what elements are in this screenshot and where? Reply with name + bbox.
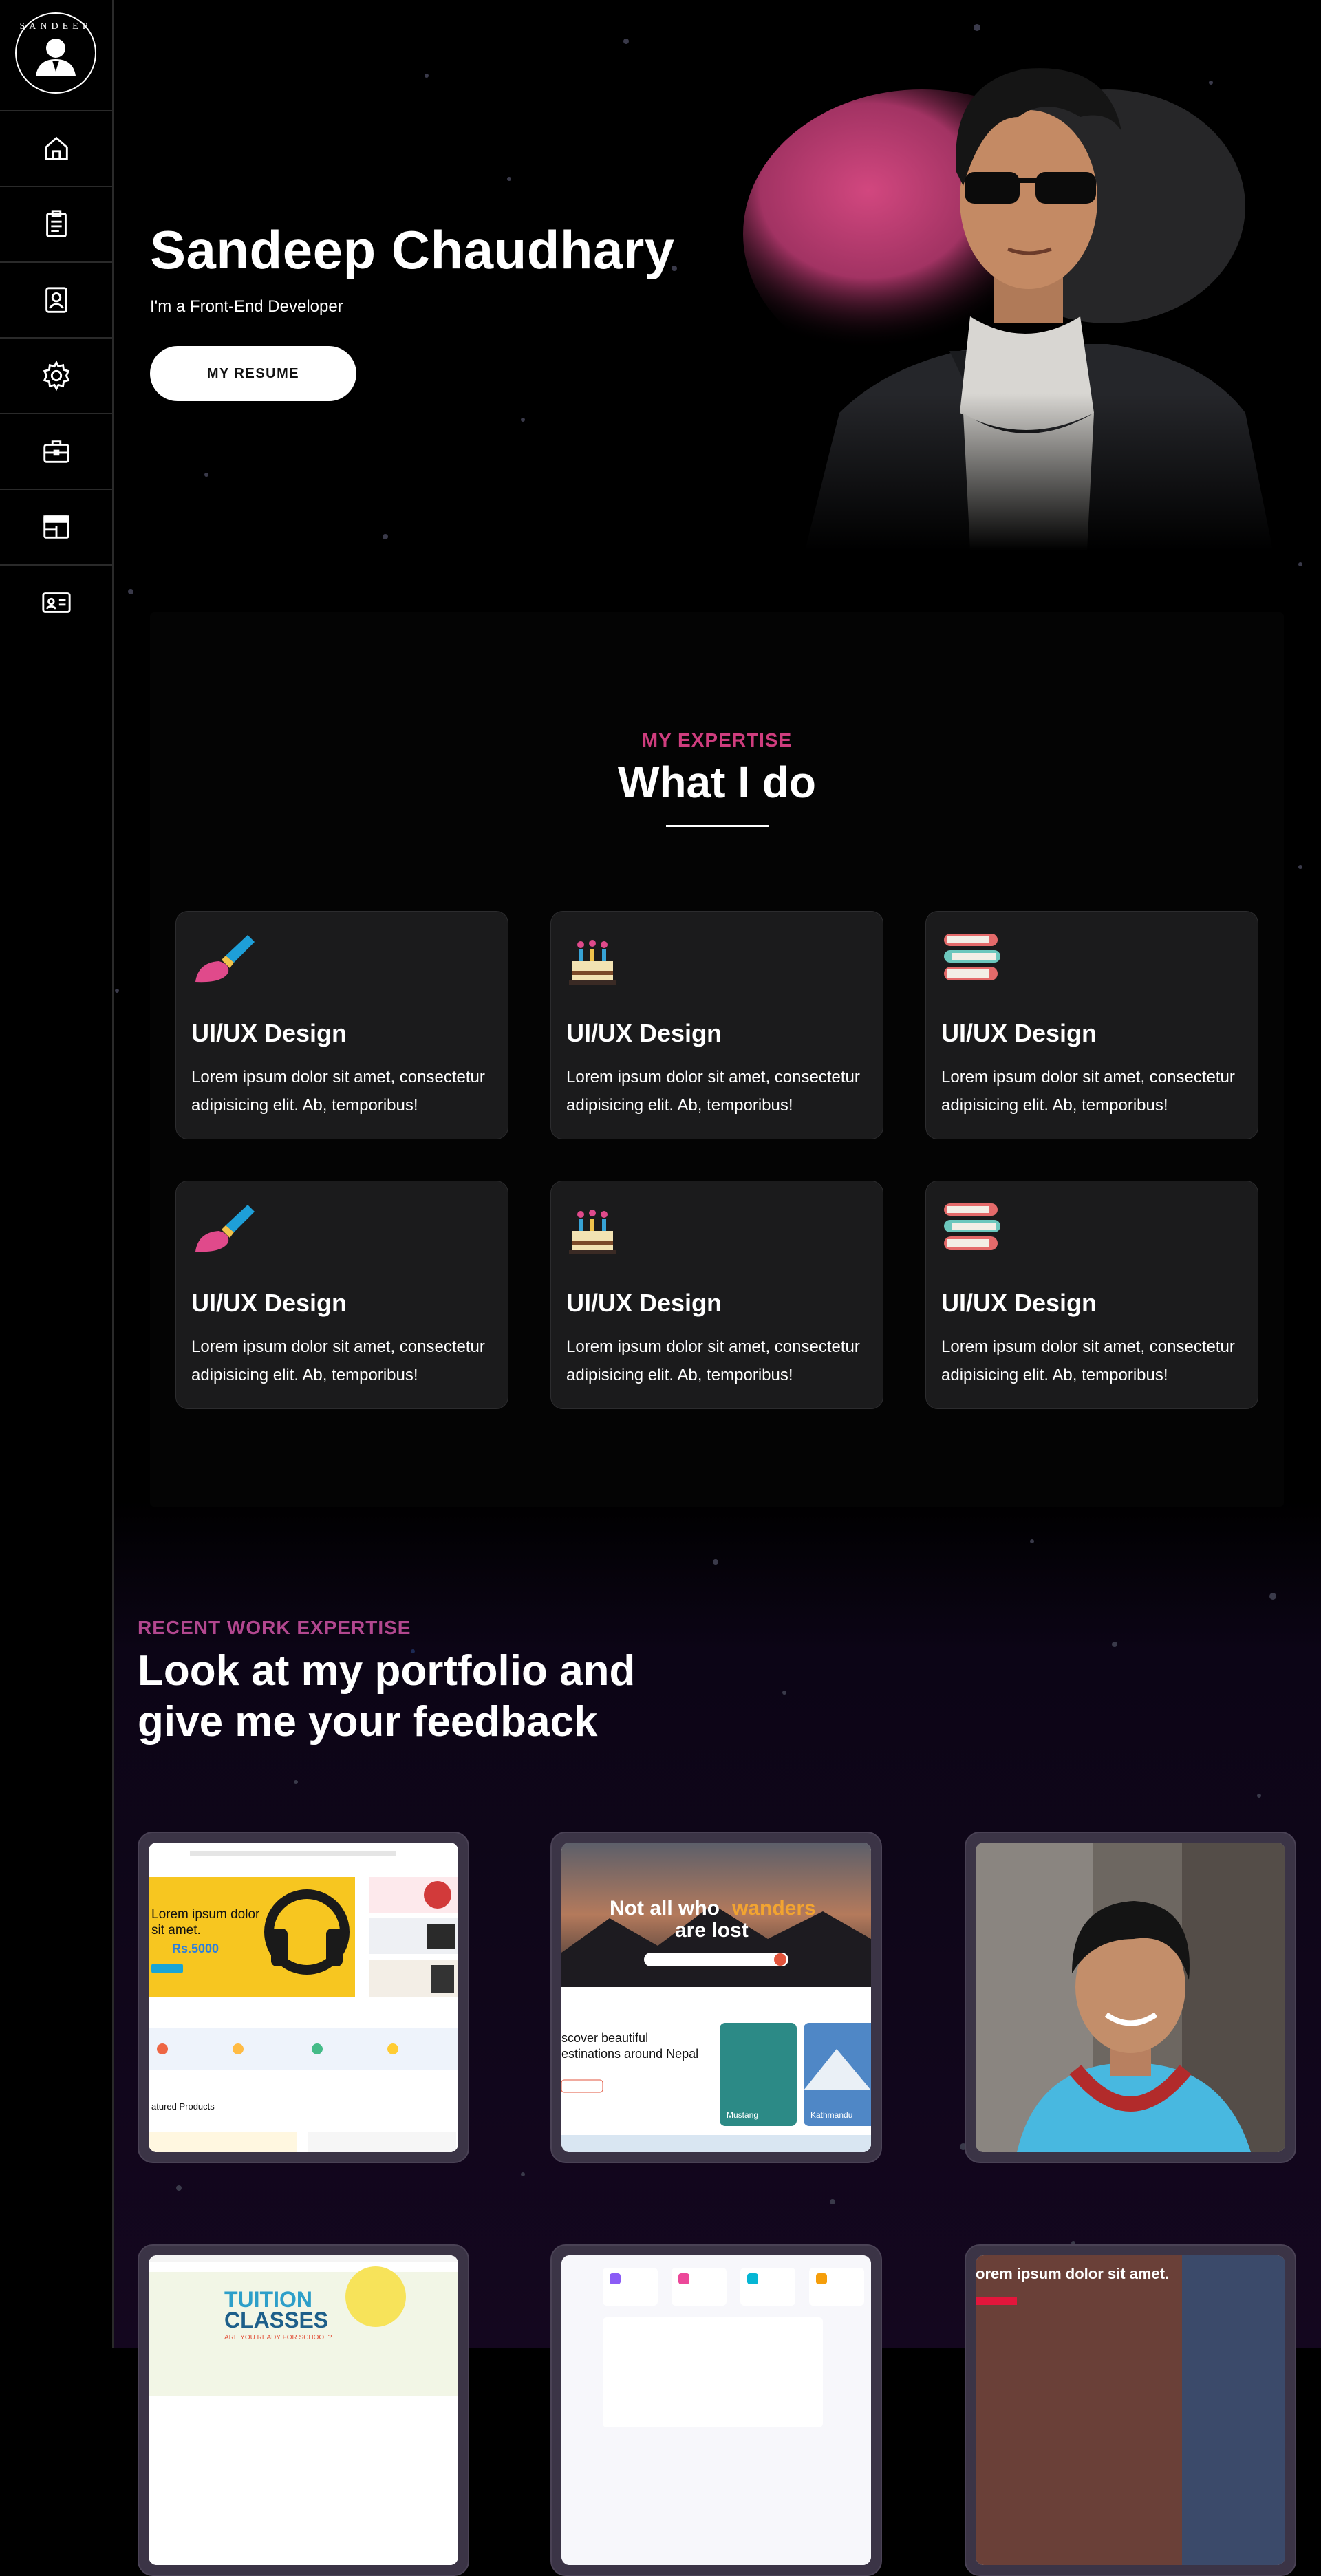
hero-role: I'm a Front-End Developer (150, 297, 343, 316)
service-card-title: UI/UX Design (941, 1019, 1097, 1047)
portfolio-item-blog[interactable]: orem ipsum dolor sit amet. (965, 2244, 1296, 2576)
service-card-title: UI/UX Design (566, 1289, 722, 1317)
service-card: UI/UX Design Lorem ipsum dolor sit amet,… (550, 911, 883, 1139)
layout-icon (43, 515, 69, 539)
sidebar-nav: SANDEEP (0, 0, 114, 2348)
nav-resume[interactable] (0, 186, 112, 261)
service-card-title: UI/UX Design (191, 1289, 347, 1317)
service-card: UI/UX Design Lorem ipsum dolor sit amet,… (550, 1181, 883, 1409)
svg-text:Kathmandu: Kathmandu (810, 2110, 852, 2120)
service-card-text: Lorem ipsum dolor sit amet, consectetur … (941, 1338, 1235, 1384)
service-card-text: Lorem ipsum dolor sit amet, consectetur … (191, 1068, 485, 1115)
service-card-title: UI/UX Design (566, 1019, 722, 1047)
nav-experience[interactable] (0, 413, 112, 489)
paintbrush-icon (195, 1205, 255, 1252)
expertise-section: MY EXPERTISE What I do UI/UX Design Lore… (150, 612, 1284, 1507)
service-card-text: Lorem ipsum dolor sit amet, consectetur … (941, 1068, 1235, 1115)
svg-text:scover beautiful: scover beautiful (561, 2031, 648, 2045)
nav-contact[interactable] (0, 564, 112, 640)
svg-text:CLASSES: CLASSES (224, 2308, 328, 2332)
service-card-text: Lorem ipsum dolor sit amet, consectetur … (566, 1068, 860, 1115)
nav-about[interactable] (0, 261, 112, 337)
service-card-title: UI/UX Design (191, 1019, 347, 1047)
blog-site-preview: orem ipsum dolor sit amet. (976, 2255, 1285, 2565)
service-card-text: Lorem ipsum dolor sit amet, consectetur … (566, 1338, 860, 1384)
svg-text:are lost: are lost (675, 1919, 749, 1942)
dashboard-site-preview (561, 2255, 871, 2565)
expertise-title: What I do (618, 758, 816, 807)
svg-text:estinations around Nepal: estinations around Nepal (561, 2047, 698, 2061)
portrait-photo-preview (976, 1843, 1285, 2152)
svg-text:SANDEEP: SANDEEP (19, 21, 92, 32)
contact-icon (45, 287, 67, 313)
svg-text:Not all who: Not all who (610, 1897, 720, 1920)
travel-site-preview: Not all who wanders are lost scover beau… (561, 1843, 871, 2152)
service-card: UI/UX Design Lorem ipsum dolor sit amet,… (175, 911, 508, 1139)
portfolio-kicker: RECENT WORK EXPERTISE (138, 1617, 411, 1638)
service-card: UI/UX Design Lorem ipsum dolor sit amet,… (175, 1181, 508, 1409)
svg-text:Rs.5000: Rs.5000 (172, 1942, 219, 1955)
ecommerce-site-preview: Lorem ipsum dolor sit amet. Rs.5000 atur… (149, 1843, 458, 2152)
svg-text:orem ipsum dolor sit amet.: orem ipsum dolor sit amet. (976, 2265, 1169, 2282)
service-card-text: Lorem ipsum dolor sit amet, consectetur … (191, 1338, 485, 1384)
my-resume-button[interactable]: MY RESUME (150, 346, 356, 401)
nav-home[interactable] (0, 110, 112, 186)
service-card: UI/UX Design Lorem ipsum dolor sit amet,… (925, 1181, 1258, 1409)
clipboard-icon (45, 210, 67, 237)
svg-text:wanders: wanders (731, 1897, 816, 1920)
portfolio-item-travel[interactable]: Not all who wanders are lost scover beau… (550, 1832, 882, 2163)
svg-text:atured Products: atured Products (151, 2101, 215, 2112)
tuition-site-preview: TUITION CLASSES ARE YOU READY FOR SCHOOL… (149, 2255, 458, 2565)
id-card-icon (41, 592, 71, 613)
expertise-kicker: MY EXPERTISE (641, 729, 793, 751)
books-icon (944, 934, 1000, 980)
hero-name: Sandeep Chaudhary (150, 219, 675, 280)
service-card: UI/UX Design Lorem ipsum dolor sit amet,… (925, 911, 1258, 1139)
cake-icon (569, 940, 616, 985)
paintbrush-icon (195, 935, 255, 983)
svg-text:ARE YOU READY FOR SCHOOL?: ARE YOU READY FOR SCHOOL? (224, 2334, 332, 2341)
hero-portrait-image (722, 28, 1287, 550)
svg-text:sit amet.: sit amet. (151, 1923, 201, 1938)
portfolio-title: Look at my portfolio and give me your fe… (138, 1647, 636, 1746)
service-card-title: UI/UX Design (941, 1289, 1097, 1317)
gear-icon (43, 360, 69, 391)
cake-icon (569, 1210, 616, 1254)
portfolio-item-dashboard[interactable] (550, 2244, 882, 2576)
portfolio-item-shop[interactable]: Lorem ipsum dolor sit amet. Rs.5000 atur… (138, 1832, 469, 2163)
svg-text:Mustang: Mustang (727, 2110, 758, 2120)
nav-services[interactable] (0, 337, 112, 413)
nav-portfolio[interactable] (0, 489, 112, 564)
site-logo[interactable]: SANDEEP (11, 8, 100, 98)
portfolio-item-photo[interactable] (965, 1832, 1296, 2163)
books-icon (944, 1203, 1000, 1250)
title-divider (666, 825, 769, 827)
home-icon (44, 136, 68, 160)
briefcase-icon (43, 440, 69, 463)
portfolio-item-tuition[interactable]: TUITION CLASSES ARE YOU READY FOR SCHOOL… (138, 2244, 469, 2576)
svg-text:Lorem ipsum dolor: Lorem ipsum dolor (151, 1907, 260, 1922)
